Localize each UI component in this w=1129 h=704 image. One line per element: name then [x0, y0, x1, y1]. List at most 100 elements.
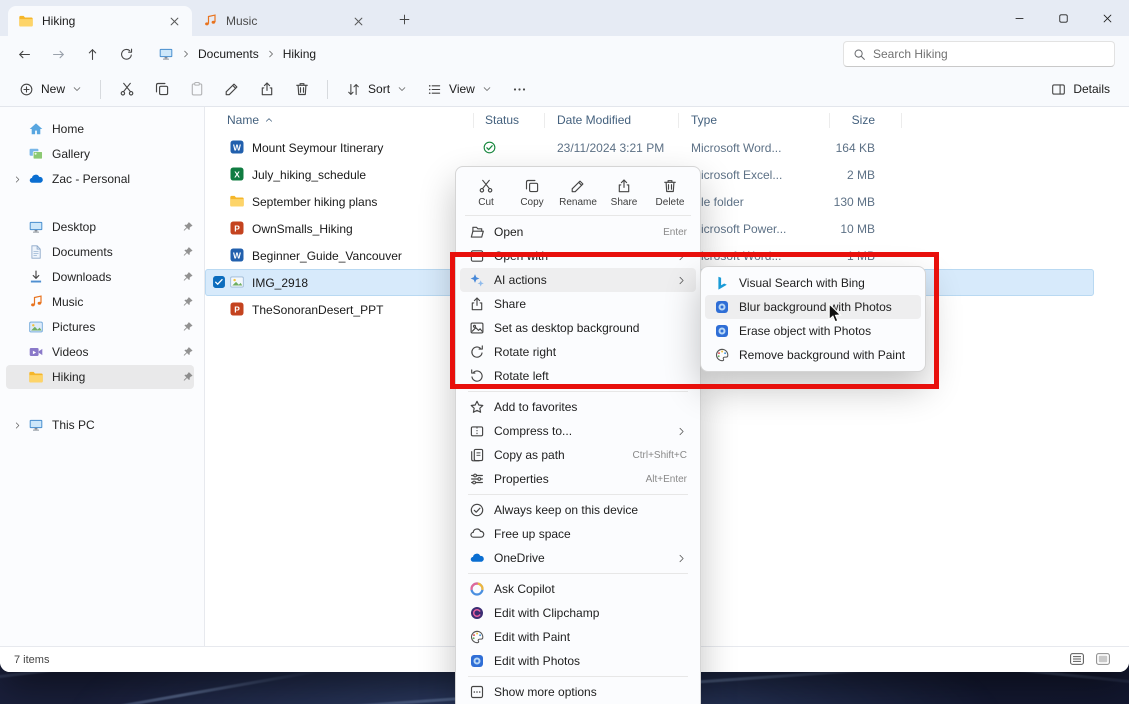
- rename-button[interactable]: [215, 75, 248, 104]
- menu-item-ask-copilot[interactable]: Ask Copilot: [460, 577, 696, 601]
- tab-close-button[interactable]: [167, 14, 182, 29]
- sidebar-item-label: Home: [52, 122, 194, 136]
- menu-item-show-more-options[interactable]: Show more options: [460, 680, 696, 704]
- menu-item-always-keep-on-this-device[interactable]: Always keep on this device: [460, 498, 696, 522]
- quick-action-rename[interactable]: Rename: [556, 175, 600, 210]
- back-button[interactable]: [8, 39, 40, 69]
- maximize-icon: [1057, 12, 1070, 25]
- mouse-cursor: [828, 303, 843, 324]
- menu-item-edit-with-clipchamp[interactable]: Edit with Clipchamp: [460, 601, 696, 625]
- menu-item-free-up-space[interactable]: Free up space: [460, 522, 696, 546]
- menu-item-copy-as-path[interactable]: Copy as pathCtrl+Shift+C: [460, 443, 696, 467]
- search-box[interactable]: Search Hiking: [843, 41, 1115, 67]
- new-tab-button[interactable]: [394, 9, 414, 29]
- chevron-right-icon: [676, 553, 687, 564]
- back-arrow-icon: [17, 47, 32, 62]
- sidebar-music-icon: [28, 294, 44, 310]
- thumbnail-view-icon: [1095, 651, 1111, 667]
- column-header-type[interactable]: Type: [691, 113, 717, 127]
- new-icon: [19, 82, 34, 97]
- menu-item-label: Always keep on this device: [494, 503, 638, 517]
- paste-button[interactable]: [180, 75, 213, 104]
- pin-icon: [182, 346, 194, 358]
- pin-icon: [182, 321, 194, 333]
- cut-button[interactable]: [110, 75, 143, 104]
- menu-item-properties[interactable]: PropertiesAlt+Enter: [460, 467, 696, 491]
- pin-icon: [182, 221, 194, 233]
- file-name: Mount Seymour Itinerary: [252, 141, 383, 155]
- sidebar-item-this-pc[interactable]: This PC: [6, 413, 194, 437]
- file-name: Beginner_Guide_Vancouver: [252, 249, 402, 263]
- checkbox-checked-icon[interactable]: [212, 275, 226, 289]
- quick-action-share[interactable]: Share: [602, 175, 646, 210]
- tab-bar: HikingMusic: [0, 0, 1129, 36]
- chevron-down-icon: [72, 84, 82, 94]
- breadcrumb-item-hiking[interactable]: Hiking: [283, 47, 316, 61]
- maximize-button[interactable]: [1041, 0, 1085, 36]
- close-button[interactable]: [1085, 0, 1129, 36]
- navigation-bar: Documents Hiking Search Hiking: [0, 36, 1129, 72]
- list-view-toggle[interactable]: [1069, 651, 1089, 668]
- sidebar-item-zac-personal[interactable]: Zac - Personal: [6, 167, 194, 191]
- menu-paint-icon: [469, 629, 485, 645]
- quick-share-icon: [616, 178, 632, 194]
- column-header-size[interactable]: Size: [765, 113, 875, 127]
- chevron-right-icon[interactable]: [13, 421, 22, 430]
- file-type-word-icon: W: [229, 139, 245, 155]
- sidebar-item-home[interactable]: Home: [6, 117, 194, 141]
- toolbar: New Sort View Details: [0, 72, 1129, 107]
- menu-item-onedrive[interactable]: OneDrive: [460, 546, 696, 570]
- quick-action-copy[interactable]: Copy: [510, 175, 554, 210]
- menu-item-label: Compress to...: [494, 424, 572, 438]
- copy-button[interactable]: [145, 75, 178, 104]
- menu-item-compress-to[interactable]: Compress to...: [460, 419, 696, 443]
- menu-separator: [468, 676, 688, 677]
- menu-item-add-to-favorites[interactable]: Add to favorites: [460, 395, 696, 419]
- pin-icon: [182, 371, 194, 383]
- file-size: 130 MB: [765, 195, 875, 209]
- menu-item-open[interactable]: OpenEnter: [460, 220, 696, 244]
- refresh-button[interactable]: [110, 39, 142, 69]
- share-icon: [259, 81, 275, 97]
- up-button[interactable]: [76, 39, 108, 69]
- sidebar-item-music[interactable]: Music: [6, 290, 194, 314]
- breadcrumb-chevron-icon: [181, 49, 191, 59]
- tab-music[interactable]: Music: [192, 6, 376, 36]
- column-header-date-modified[interactable]: Date Modified: [557, 113, 631, 127]
- tab-close-button[interactable]: [351, 14, 366, 29]
- sidebar-item-pictures[interactable]: Pictures: [6, 315, 194, 339]
- sidebar-item-hiking[interactable]: Hiking: [6, 365, 194, 389]
- forward-button[interactable]: [42, 39, 74, 69]
- quick-actions-bar: CutCopyRenameShareDelete: [456, 171, 700, 213]
- menu-item-edit-with-paint[interactable]: Edit with Paint: [460, 625, 696, 649]
- sidebar-item-videos[interactable]: Videos: [6, 340, 194, 364]
- sidebar-item-label: Documents: [52, 245, 174, 259]
- column-header-name[interactable]: Name: [227, 113, 274, 127]
- thumbnail-view-toggle[interactable]: [1095, 651, 1115, 668]
- sort-button[interactable]: Sort: [337, 75, 416, 104]
- details-button[interactable]: Details: [1042, 75, 1119, 104]
- delete-button[interactable]: [285, 75, 318, 104]
- file-type-image-icon: [229, 274, 245, 290]
- column-header-status[interactable]: Status: [485, 113, 519, 127]
- svg-text:P: P: [234, 223, 240, 233]
- quick-action-delete[interactable]: Delete: [648, 175, 692, 210]
- file-row-mount-seymour-itinerary[interactable]: W Mount Seymour Itinerary 23/11/2024 3:21 …: [205, 134, 1129, 161]
- sidebar-item-desktop[interactable]: Desktop: [6, 215, 194, 239]
- view-button[interactable]: View: [418, 75, 501, 104]
- more-options-button[interactable]: [503, 75, 536, 104]
- sidebar-item-documents[interactable]: Documents: [6, 240, 194, 264]
- menu-open-icon: [469, 224, 485, 240]
- quick-action-cut[interactable]: Cut: [464, 175, 508, 210]
- file-date: 23/11/2024 3:21 PM: [557, 141, 664, 155]
- menu-item-edit-with-photos[interactable]: Edit with Photos: [460, 649, 696, 673]
- tab-hiking[interactable]: Hiking: [8, 6, 192, 36]
- share-button[interactable]: [250, 75, 283, 104]
- new-button[interactable]: New: [10, 75, 91, 104]
- breadcrumb-item-documents[interactable]: Documents: [198, 47, 259, 61]
- minimize-button[interactable]: [997, 0, 1041, 36]
- sidebar-item-gallery[interactable]: Gallery: [6, 142, 194, 166]
- column-header-label: Name: [227, 113, 259, 127]
- sidebar-item-downloads[interactable]: Downloads: [6, 265, 194, 289]
- chevron-right-icon[interactable]: [13, 175, 22, 184]
